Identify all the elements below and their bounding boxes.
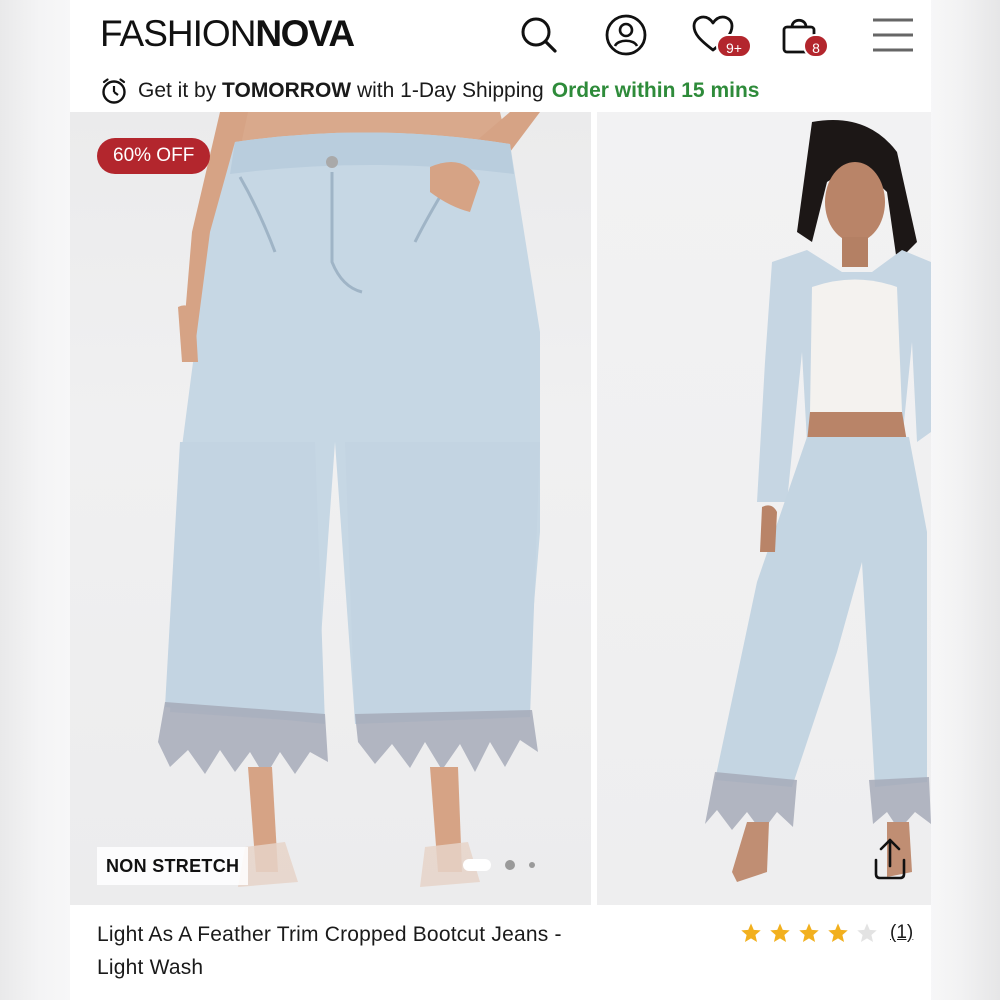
shipping-banner: Get it by TOMORROW with 1-Day Shipping Or…: [70, 70, 931, 112]
product-image-main[interactable]: 60% OFF NON STRETCH: [70, 112, 591, 905]
fabric-tag-non-stretch: NON STRETCH: [97, 847, 249, 885]
wishlist-count-badge: 9+: [716, 34, 752, 58]
star-filled-icon: [741, 923, 761, 942]
carousel-indicators[interactable]: [463, 858, 549, 872]
clock-icon: [102, 78, 126, 104]
search-icon[interactable]: [516, 12, 562, 58]
logo-text-fashion: FASHION: [100, 13, 256, 54]
model-full-outfit-photo: [705, 120, 931, 882]
product-image-secondary[interactable]: [597, 112, 931, 905]
star-filled-icon: [770, 923, 790, 942]
star-filled-icon: [828, 923, 848, 942]
account-icon[interactable]: [603, 12, 649, 58]
review-count-link[interactable]: (1): [890, 922, 913, 944]
menu-hamburger-icon[interactable]: [870, 12, 916, 58]
product-title-line-2: Light Wash: [97, 956, 204, 979]
shipping-method: with 1-Day Shipping: [351, 79, 544, 102]
logo-text-nova: NOVA: [255, 13, 355, 54]
jeans-front-photo: [158, 112, 540, 887]
site-header: FASHIONNOVA 9+ 8: [70, 0, 931, 70]
carousel-dot[interactable]: [529, 862, 535, 868]
discount-badge: 60% OFF: [97, 138, 211, 174]
product-title-line-1: Light As A Feather Trim Cropped Bootcut …: [97, 923, 562, 946]
cart-bag-icon[interactable]: 8: [777, 12, 829, 58]
carousel-dot[interactable]: [505, 860, 515, 870]
order-countdown: Order within 15 mins: [551, 79, 760, 102]
shipping-day: TOMORROW: [222, 79, 352, 102]
star-empty-icon: [857, 923, 877, 942]
rating-stars[interactable]: [740, 922, 885, 944]
star-filled-icon: [799, 923, 819, 942]
cart-count-badge: 8: [803, 34, 829, 58]
product-title: Light As A Feather Trim Cropped Bootcut …: [97, 918, 677, 984]
shipping-prefix: Get it by: [138, 79, 223, 102]
fashion-nova-logo[interactable]: FASHIONNOVA: [100, 12, 355, 56]
wishlist-heart-icon[interactable]: 9+: [690, 12, 752, 58]
carousel-dot-active[interactable]: [463, 859, 491, 871]
share-icon[interactable]: [866, 834, 914, 882]
product-page: FASHIONNOVA 9+ 8 Get it by TOMORROW with…: [70, 0, 931, 1000]
